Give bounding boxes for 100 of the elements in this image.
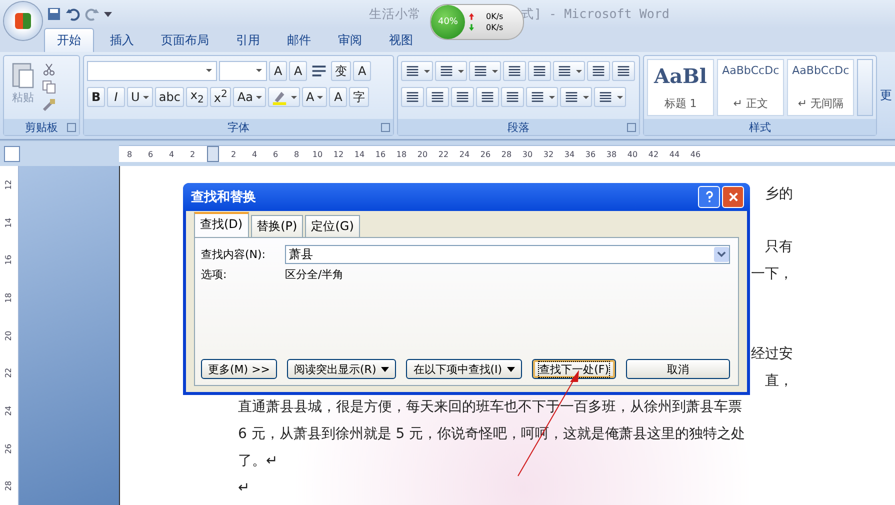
ribbon-tab[interactable]: 邮件 [286, 29, 312, 52]
lines-button[interactable] [528, 61, 552, 81]
dialog-launcher-icon[interactable] [381, 123, 390, 132]
cpu-gauge: 40% [431, 5, 465, 39]
toolbar-button[interactable]: A [302, 87, 328, 107]
find-field[interactable]: 萧县 [285, 244, 730, 264]
lines-button[interactable] [476, 87, 500, 107]
lines-button[interactable] [426, 87, 450, 107]
document-text: 经过安 [751, 344, 793, 363]
gallery-scrollbar[interactable] [857, 59, 873, 116]
copy-icon[interactable] [42, 80, 56, 94]
toolbar-button[interactable]: abc [154, 87, 184, 107]
down-arrow-icon [469, 24, 474, 31]
close-icon [728, 191, 738, 203]
ruler-number: 30 [521, 150, 534, 158]
document-text: 只有 [765, 238, 793, 256]
lines-button[interactable] [435, 61, 468, 81]
font-name-field[interactable] [87, 61, 218, 81]
dialog-launcher-icon[interactable] [67, 123, 76, 132]
more-label[interactable]: 更 [880, 87, 892, 104]
toolbar-button[interactable]: A [353, 61, 372, 81]
font-size-field[interactable] [219, 61, 268, 81]
dialog-button[interactable]: 取消 [626, 359, 730, 379]
style-gallery-item[interactable]: AaBbCcDc ↵ 正文 [717, 59, 784, 116]
ribbon-tab[interactable]: 页面布局 [160, 29, 210, 52]
style-gallery-item[interactable]: AaBl 标题 1 [647, 59, 714, 116]
options-text: 区分全/半角 [285, 266, 344, 282]
upload-rate: 0K/s [486, 12, 504, 21]
save-icon[interactable] [47, 7, 61, 21]
ruler-number: 12 [4, 178, 14, 192]
lines-button[interactable] [451, 87, 474, 107]
brush-icon[interactable] [42, 98, 56, 112]
toolbar-button[interactable]: x$^{2}$ [210, 87, 232, 107]
dialog-tab[interactable]: 替换(P) [250, 215, 304, 237]
office-button[interactable] [4, 2, 42, 40]
indent-marker-icon[interactable] [207, 146, 219, 162]
lines-button[interactable] [587, 61, 610, 81]
dialog-launcher-icon[interactable] [627, 123, 636, 132]
lines-button[interactable] [526, 87, 558, 107]
toolbar-button[interactable]: A [329, 87, 348, 107]
lines-button[interactable] [612, 61, 636, 81]
dialog-tab[interactable]: 定位(G) [305, 215, 360, 237]
highlight-button[interactable] [268, 87, 300, 107]
question-mark-icon [704, 191, 714, 203]
style-gallery-item[interactable]: AaBbCcDc ↵ 无间隔 [787, 59, 854, 116]
ribbon-tab[interactable]: 引用 [235, 29, 261, 52]
ruler-number: 42 [647, 150, 660, 158]
toolbar-button[interactable]: B [87, 87, 106, 107]
ribbon-tab[interactable]: 视图 [388, 29, 414, 52]
toolbar-button[interactable]: Aa [233, 87, 266, 107]
toolbar-button[interactable]: 字 [349, 87, 370, 107]
group-label: 剪贴板 [25, 120, 58, 134]
undo-icon[interactable] [66, 7, 80, 21]
ruler-number: 24 [4, 404, 14, 418]
toolbar-button[interactable]: I [107, 87, 126, 107]
toolbar-button[interactable]: A [269, 61, 288, 81]
dialog-tab[interactable]: 查找(D) [194, 212, 249, 237]
close-button[interactable] [722, 186, 744, 208]
lines-button[interactable] [594, 87, 626, 107]
ruler-number: 2 [230, 150, 238, 158]
ruler-number: 2 [188, 150, 196, 158]
ruler-number: 8 [292, 150, 300, 158]
ruler-number: 6 [146, 150, 154, 158]
lines-button[interactable] [501, 87, 524, 107]
ruler-number: 22 [437, 150, 450, 158]
ribbon-tab[interactable]: 审阅 [337, 29, 363, 52]
ruler-number: 14 [353, 150, 366, 158]
ribbon-tab[interactable]: 开始 [44, 28, 94, 52]
lines-button[interactable] [401, 87, 424, 107]
up-arrow-icon [469, 13, 474, 20]
dialog-button[interactable]: 查找下一处(F) [532, 359, 616, 379]
lines-button[interactable] [560, 87, 592, 107]
toolbar-button[interactable]: U [127, 87, 153, 107]
ruler-number: 16 [374, 150, 387, 158]
ruler-number: 44 [668, 150, 681, 158]
ruler-number: 46 [689, 150, 702, 158]
customize-caret-icon[interactable] [104, 12, 112, 16]
document-text: 了。↵ [238, 452, 278, 470]
ruler-number: 6 [272, 150, 280, 158]
dialog-button[interactable]: 在以下项中查找(I) [406, 359, 522, 379]
help-button[interactable] [698, 186, 720, 208]
toolbar-button[interactable]: 变 [331, 61, 352, 81]
lines-button[interactable] [401, 61, 434, 81]
ruler-number: 26 [479, 150, 492, 158]
tab-selector-icon[interactable] [4, 146, 20, 162]
document-text: 乡的 [765, 184, 793, 203]
scissors-icon[interactable] [42, 62, 56, 76]
ruler-number: 28 [500, 150, 513, 158]
lines-button[interactable] [553, 61, 586, 81]
dialog-title: 查找和替换 [191, 189, 256, 206]
dialog-button[interactable]: 更多(M) >> [201, 359, 278, 379]
dialog-button[interactable]: 阅读突出显示(R) [287, 359, 396, 379]
group-label: 段落 [508, 120, 530, 134]
toolbar-button[interactable]: A [289, 61, 308, 81]
lines-button[interactable] [469, 61, 502, 81]
lines-button[interactable] [503, 61, 526, 81]
ruler-number: 24 [458, 150, 471, 158]
ruler-number: 18 [4, 292, 14, 305]
ribbon-tab[interactable]: 插入 [109, 29, 135, 52]
toolbar-button[interactable]: x$_{2}$ [186, 87, 208, 107]
